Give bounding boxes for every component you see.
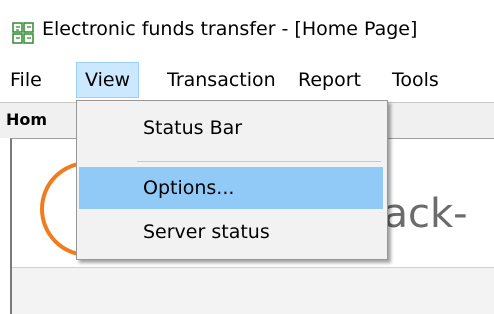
content-footer-panel — [12, 267, 494, 314]
menu-transaction[interactable]: Transaction — [159, 62, 284, 98]
window-title: Electronic funds transfer - [Home Page] — [42, 18, 418, 40]
menu-bar: File View Transaction Report Tools — [0, 58, 494, 102]
menu-file[interactable]: File — [2, 62, 50, 98]
menu-item-status-bar[interactable]: Status Bar — [79, 107, 383, 149]
menu-tools[interactable]: Tools — [384, 62, 447, 98]
transfer-app-icon — [12, 22, 34, 44]
view-menu-dropdown: Status Bar Options... Server status — [76, 100, 388, 260]
menu-separator — [137, 161, 381, 162]
menu-view[interactable]: View — [76, 62, 140, 98]
menu-item-options[interactable]: Options... — [79, 167, 383, 209]
menu-report[interactable]: Report — [290, 62, 369, 98]
title-bar: Electronic funds transfer - [Home Page] — [0, 0, 494, 58]
tab-home[interactable]: Hom — [6, 110, 47, 129]
menu-item-server-status[interactable]: Server status — [79, 211, 383, 253]
